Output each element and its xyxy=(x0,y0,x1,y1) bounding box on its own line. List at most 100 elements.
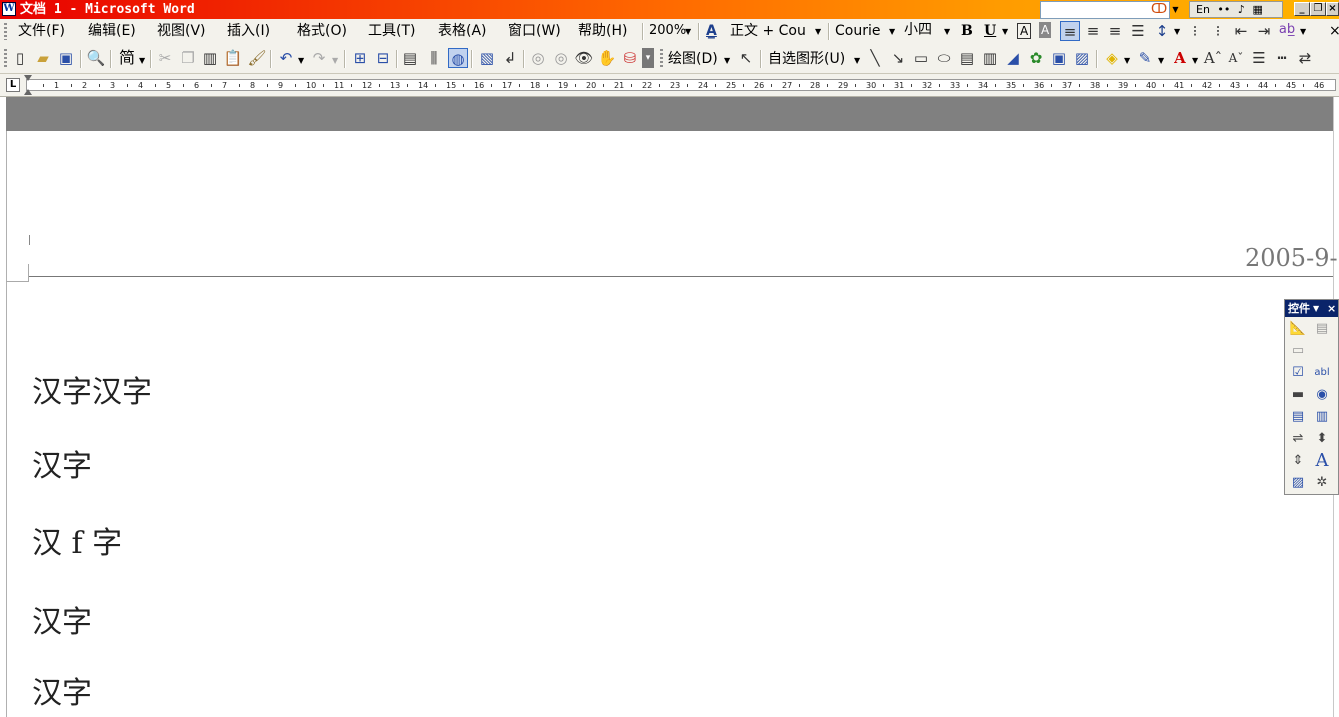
rectangle-icon[interactable]: ▭ xyxy=(911,48,931,68)
design-mode-icon[interactable]: 📐 xyxy=(1288,319,1308,339)
decrease-indent-icon[interactable]: ⇤ xyxy=(1231,21,1251,41)
underline-button[interactable]: U xyxy=(984,20,996,42)
autoshapes-button[interactable]: 自选图形(U) xyxy=(768,48,845,70)
toolbox-menu-icon[interactable]: ▼ xyxy=(1313,300,1319,317)
bullets-icon[interactable]: ⁝ xyxy=(1208,21,1228,41)
image-control-icon[interactable]: ▨ xyxy=(1288,473,1308,493)
phonetic-guide-icon[interactable]: ab̲ xyxy=(1277,20,1297,40)
word-app-icon[interactable]: W xyxy=(2,2,16,16)
bold-button[interactable]: B xyxy=(961,20,973,42)
font-dropdown-icon[interactable]: ▼ xyxy=(889,27,895,36)
ask-question-input[interactable]: ↀ xyxy=(1040,1,1170,19)
toolbox-close-button[interactable]: × xyxy=(1327,300,1336,317)
indent-marker-icon[interactable] xyxy=(24,75,32,95)
control-toolbox-titlebar[interactable]: 控件 ▼ × xyxy=(1285,300,1338,317)
style-dropdown-icon[interactable]: ▼ xyxy=(815,27,821,36)
line-color-dropdown-icon[interactable]: ▼ xyxy=(1158,56,1164,65)
menu-edit[interactable]: 编辑(E) xyxy=(88,19,136,44)
document-map-icon[interactable]: ▧ xyxy=(477,48,497,68)
columns-icon[interactable]: ▤ xyxy=(400,48,420,68)
wordart-icon[interactable]: ◢ xyxy=(1003,48,1023,68)
toolbar-options-icon[interactable]: ▾ xyxy=(642,48,654,68)
numbering-icon[interactable]: ⁝ xyxy=(1185,21,1205,41)
align-center-icon[interactable]: ≡ xyxy=(1083,21,1103,41)
new-document-icon[interactable]: ▯ xyxy=(10,48,30,68)
line-icon[interactable]: ╲ xyxy=(865,48,885,68)
insert-table-icon[interactable]: ⊞ xyxy=(350,48,370,68)
menu-view[interactable]: 视图(V) xyxy=(157,19,206,44)
oval-icon[interactable]: ⬭ xyxy=(934,48,954,68)
insert-picture-icon[interactable]: ▨ xyxy=(1072,48,1092,68)
line-color-icon[interactable]: ✎ xyxy=(1135,48,1155,68)
menu-tools[interactable]: 工具(T) xyxy=(368,19,415,44)
font-color-dropdown-icon[interactable]: ▼ xyxy=(1192,56,1198,65)
research-icon[interactable]: ⛁ xyxy=(620,48,640,68)
font-select[interactable]: Courie xyxy=(835,20,880,42)
button-control-icon[interactable]: ▬ xyxy=(1288,385,1308,405)
close-button[interactable]: × xyxy=(1326,2,1339,16)
fill-color-dropdown-icon[interactable]: ▼ xyxy=(1124,56,1130,65)
ime-punct-icon[interactable]: •• xyxy=(1217,3,1230,16)
show-hide-icon[interactable]: ↲ xyxy=(500,48,520,68)
dash-style-icon[interactable]: ┅ xyxy=(1272,48,1292,68)
drawing-toggle-icon[interactable]: ◍ xyxy=(448,48,468,68)
option-button-control-icon[interactable]: ◉ xyxy=(1312,385,1332,405)
document-line[interactable]: 汉字 xyxy=(32,676,92,712)
arrow-style-icon[interactable]: ⇄ xyxy=(1295,48,1315,68)
char-shading-button[interactable]: A xyxy=(1039,22,1052,38)
menu-table[interactable]: 表格(A) xyxy=(438,19,487,44)
undo-icon[interactable]: ↶ xyxy=(276,48,296,68)
toolbar-grip[interactable] xyxy=(4,49,7,68)
read-mode-icon[interactable]: 👁 xyxy=(574,48,594,68)
style-select[interactable]: 正文 + Cou xyxy=(730,20,806,42)
font-size-select[interactable]: 小四 xyxy=(904,19,932,41)
increase-indent-icon[interactable]: ⇥ xyxy=(1254,21,1274,41)
line-spacing-dropdown-icon[interactable]: ▼ xyxy=(1174,27,1180,36)
grow-font-icon[interactable]: Aˆ xyxy=(1203,48,1223,68)
document-line[interactable]: 汉字 xyxy=(32,449,92,485)
more-controls-icon[interactable]: ✲ xyxy=(1312,473,1332,493)
menu-format[interactable]: 格式(O) xyxy=(297,19,347,44)
restore-button[interactable]: ❐ xyxy=(1310,2,1326,16)
ime-pen-icon[interactable]: ♪ xyxy=(1238,3,1245,16)
close-document-button[interactable]: × xyxy=(1329,20,1339,42)
phonetic-dropdown-icon[interactable]: ▼ xyxy=(1300,27,1306,36)
clipart-icon[interactable]: ▣ xyxy=(1049,48,1069,68)
line-spacing-icon[interactable]: ↕ xyxy=(1152,21,1172,41)
document-page[interactable] xyxy=(6,131,1333,717)
draw-dropdown-icon[interactable]: ▼ xyxy=(724,56,730,65)
draw-menu-button[interactable]: 绘图(D) xyxy=(668,48,718,70)
vertical-text-icon[interactable]: ⫼ xyxy=(424,48,444,68)
ime-lang-label[interactable]: En xyxy=(1196,3,1210,16)
simplified-traditional-button[interactable]: 简 xyxy=(114,48,140,68)
ime-keyboard-icon[interactable]: ▦ xyxy=(1252,3,1262,16)
line-style-icon[interactable]: ☰ xyxy=(1249,48,1269,68)
horizontal-ruler[interactable]: L 1 2 3 4 5 6 7 8 9 10 11 12 13 14 15 16 17 18 19 20 21 22 23 2… xyxy=(0,74,1339,97)
select-objects-icon[interactable]: ↖ xyxy=(736,48,756,68)
format-painter-icon[interactable]: 🖌 xyxy=(247,48,267,68)
tab-selector-icon[interactable]: L xyxy=(6,78,20,92)
char-border-button[interactable]: A xyxy=(1017,23,1032,39)
justify-icon[interactable]: ☰ xyxy=(1128,21,1148,41)
minimize-button[interactable]: _ xyxy=(1294,2,1310,16)
paste-icon[interactable]: 📋 xyxy=(223,48,243,68)
listbox-control-icon[interactable]: ▤ xyxy=(1288,407,1308,427)
font-color-icon[interactable]: A xyxy=(1170,48,1190,68)
diagram-icon[interactable]: ✿ xyxy=(1026,48,1046,68)
document-line[interactable]: 汉字汉字 xyxy=(32,375,152,411)
autoshapes-dropdown-icon[interactable]: ▼ xyxy=(854,56,860,65)
redo-dropdown-icon[interactable]: ▼ xyxy=(332,56,338,65)
ruler-scale[interactable]: 1 2 3 4 5 6 7 8 9 10 11 12 13 14 15 16 17 18 19 20 21 22 23 24 2… xyxy=(26,79,1336,91)
vertical-textbox-icon[interactable]: ▥ xyxy=(980,48,1000,68)
drawing-toolbar-grip[interactable] xyxy=(660,49,663,68)
label-control-icon[interactable]: A xyxy=(1312,451,1332,471)
textbox-control-icon[interactable]: abl xyxy=(1312,363,1332,383)
header-date[interactable]: 2005-9- xyxy=(1245,244,1338,272)
styles-pane-icon[interactable]: A̲ xyxy=(706,20,717,42)
underline-dropdown-icon[interactable]: ▼ xyxy=(1002,27,1008,36)
scrollbar-control-icon[interactable]: ⇕ xyxy=(1288,451,1308,471)
save-icon[interactable]: ▣ xyxy=(56,48,76,68)
zoom-select[interactable]: 200% xyxy=(649,20,686,42)
hand-icon[interactable]: ✋ xyxy=(597,48,617,68)
language-bar[interactable]: En •• ♪ ▦ ▤ xyxy=(1189,1,1283,31)
